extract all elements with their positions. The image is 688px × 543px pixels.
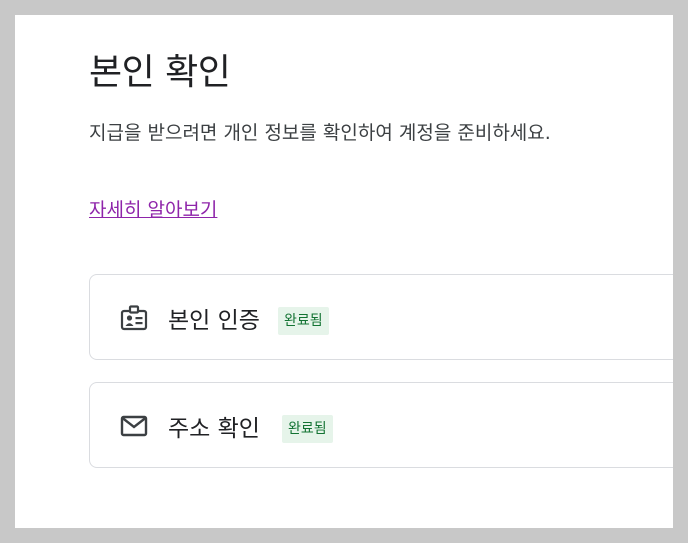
identity-verification-label: 본인 인증 [168,308,260,334]
mail-icon [120,413,148,439]
address-verification-card[interactable]: 주소 확인 완료됨 [89,382,673,468]
address-verification-label: 주소 확인 [168,416,260,442]
completed-badge: 완료됨 [278,307,329,335]
learn-more-link[interactable]: 자세히 알아보기 [89,195,217,222]
identity-verification-card[interactable]: 본인 인증 완료됨 [89,274,673,360]
id-badge-icon [120,305,148,331]
completed-badge: 완료됨 [282,415,333,443]
page-title: 본인 확인 [89,52,231,93]
verification-panel: 본인 확인 지급을 받으려면 개인 정보를 확인하여 계정을 준비하세요. 자세… [15,15,673,528]
page-description: 지급을 받으려면 개인 정보를 확인하여 계정을 준비하세요. [89,122,551,144]
